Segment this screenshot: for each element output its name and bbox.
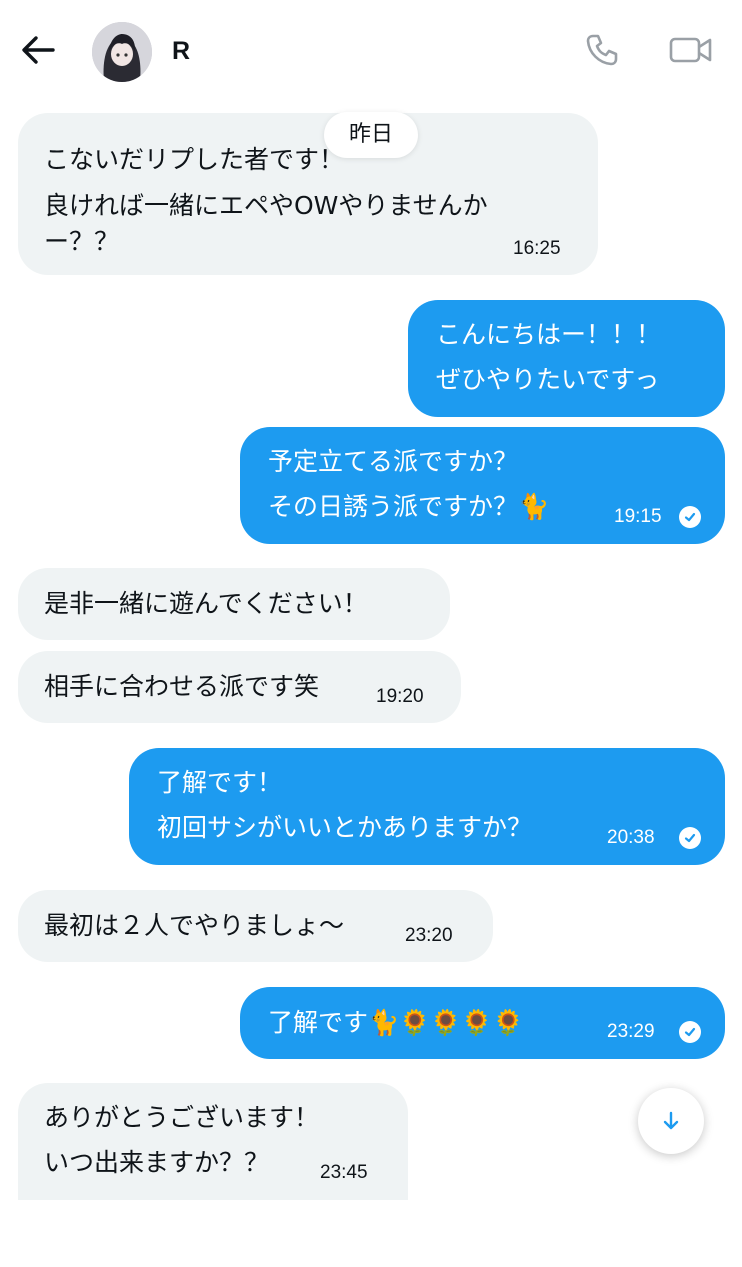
message-text: ありがとうございます！	[44, 1103, 320, 1132]
read-check-icon	[679, 1021, 701, 1043]
message-bubble-sent[interactable]: 了解です！ 初回サシがいいとかありますか？ 20:38	[129, 748, 725, 865]
message-text: 予定立てる派ですか？	[268, 447, 519, 476]
message-text: ぜひやりたいですっ	[436, 365, 660, 394]
scroll-to-bottom-button[interactable]	[638, 1088, 704, 1154]
phone-icon	[586, 34, 618, 66]
message-text: 相手に合わせる派です笑	[44, 672, 320, 701]
call-button[interactable]	[582, 30, 622, 70]
message-bubble-sent[interactable]: 予定立てる派ですか？ その日誘う派ですか？🐈 19:15	[240, 427, 725, 544]
conversation-header: R	[0, 0, 742, 104]
message-timestamp: 19:20	[376, 686, 424, 707]
message-text: 是非一緒に遊んでください！	[44, 589, 368, 618]
message-bubble-received[interactable]: ありがとうございます！ いつ出来ますか？？ 23:45	[18, 1083, 408, 1200]
message-timestamp: 19:15	[614, 506, 662, 527]
video-call-button[interactable]	[668, 30, 714, 70]
message-timestamp: 16:25	[513, 238, 561, 259]
date-separator: 昨日	[324, 112, 418, 158]
message-text: こんにちはー！！！	[436, 320, 662, 349]
read-check-icon	[679, 506, 701, 528]
video-camera-icon	[669, 37, 712, 63]
avatar[interactable]	[92, 22, 152, 82]
arrow-left-icon	[22, 36, 55, 64]
message-bubble-sent[interactable]: こんにちはー！！！ ぜひやりたいですっ	[408, 300, 725, 417]
message-text: 最初は２人でやりましょ〜	[44, 911, 345, 940]
read-check-icon	[679, 827, 701, 849]
message-text: 了解です！	[157, 768, 283, 797]
message-bubble-received[interactable]: 相手に合わせる派です笑 19:20	[18, 651, 461, 723]
message-text: こないだリプした者です！	[44, 145, 345, 174]
message-timestamp: 20:38	[607, 827, 655, 848]
message-text: その日誘う派ですか？🐈	[268, 492, 550, 521]
message-timestamp: 23:29	[607, 1021, 655, 1042]
message-timestamp: 23:45	[320, 1162, 368, 1183]
arrow-down-icon	[663, 1111, 679, 1130]
message-text: ー？？	[44, 227, 120, 256]
message-text: 了解です🐈🌻🌻🌻🌻	[268, 1008, 524, 1037]
message-timestamp: 23:20	[405, 925, 453, 946]
message-text: いつ出来ますか？？	[44, 1148, 270, 1177]
message-bubble-received[interactable]: 最初は２人でやりましょ〜 23:20	[18, 890, 493, 962]
message-bubble-sent[interactable]: 了解です🐈🌻🌻🌻🌻 23:29	[240, 987, 725, 1059]
back-button[interactable]	[18, 30, 58, 70]
contact-name[interactable]: R	[172, 34, 190, 68]
message-bubble-received[interactable]: こないだリプした者です！ 良ければ一緒にエペやOWやりませんか ー？？ 16:2…	[18, 113, 598, 275]
message-bubble-received[interactable]: 是非一緒に遊んでください！	[18, 568, 450, 640]
message-text: 初回サシがいいとかありますか？	[157, 813, 533, 842]
